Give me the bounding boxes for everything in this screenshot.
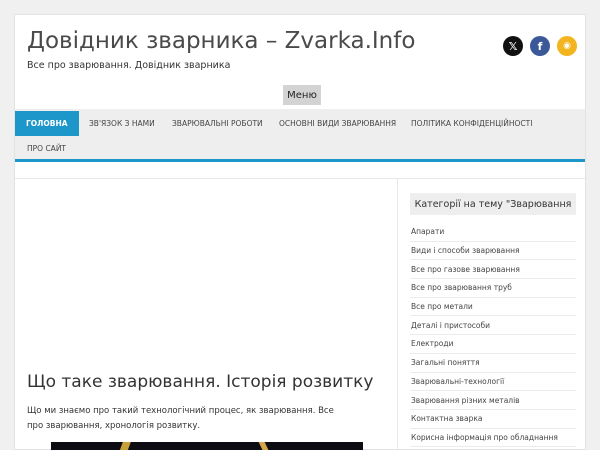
category-item[interactable]: Загальні поняття	[410, 354, 576, 373]
rss-icon[interactable]: ◉	[557, 36, 577, 56]
page-wrapper: Довідник зварника – Zvarka.Info Все про …	[14, 14, 587, 450]
site-description: Все про зварювання. Довідник зварника	[27, 60, 231, 71]
nav-item-welding-types[interactable]: ОСНОВНІ ВИДИ ЗВАРЮВАННЯ	[279, 111, 396, 136]
site-title[interactable]: Довідник зварника – Zvarka.Info	[27, 28, 415, 54]
category-item[interactable]: Все про газове зварювання	[410, 260, 576, 280]
sidebar: Категорії на тему "Зварювання Апарати Ви…	[410, 193, 576, 448]
category-list: Апарати Види і способи зварювання Все пр…	[410, 223, 576, 448]
main-navigation: ГОЛОВНА ЗВ'ЯЗОК З НАМИ ЗВАРЮВАЛЬНІ РОБОТ…	[15, 109, 585, 162]
category-item[interactable]: Зварювання різних металів	[410, 391, 576, 410]
categories-widget-title: Категорії на тему "Зварювання	[410, 193, 576, 215]
nav-item-home[interactable]: ГОЛОВНА	[15, 111, 79, 136]
category-item[interactable]: Все про зварювання труб	[410, 279, 576, 298]
social-links: 𝕏 f ◉	[503, 36, 577, 56]
site-header: Довідник зварника – Zvarka.Info Все про …	[15, 15, 585, 108]
category-item[interactable]: Види і способи зварювання	[410, 242, 576, 261]
nav-item-about[interactable]: ПРО САЙТ	[27, 136, 66, 161]
nav-item-contact[interactable]: ЗВ'ЯЗОК З НАМИ	[89, 111, 155, 136]
category-item[interactable]: Все про метали	[410, 298, 576, 317]
post-featured-image[interactable]	[51, 442, 363, 450]
category-item[interactable]: Електроди	[410, 335, 576, 354]
post-title[interactable]: Що таке зварювання. Історія розвитку	[27, 372, 373, 392]
category-item[interactable]: Деталі і пристособи	[410, 316, 576, 336]
facebook-icon[interactable]: f	[530, 36, 550, 56]
menu-button[interactable]: Меню	[283, 85, 321, 105]
category-item[interactable]: Корисна інформація про обладнання	[410, 429, 576, 448]
nav-item-privacy-policy[interactable]: ПОЛІТИКА КОНФІДЕНЦІЙНОСТІ	[411, 111, 532, 136]
main-column: Що таке зварювання. Історія розвитку Що …	[15, 179, 398, 450]
x-twitter-icon[interactable]: 𝕏	[503, 36, 523, 56]
category-item[interactable]: Апарати	[410, 223, 576, 242]
nav-item-welding-works[interactable]: ЗВАРЮВАЛЬНІ РОБОТИ	[172, 111, 263, 136]
category-item[interactable]: Контактна зварка	[410, 410, 576, 429]
category-item[interactable]: Зварювальні-технології	[410, 373, 576, 392]
post-excerpt: Що ми знаємо про такий технологічний про…	[27, 406, 334, 431]
content-area: Що таке зварювання. Історія розвитку Що …	[15, 178, 587, 450]
